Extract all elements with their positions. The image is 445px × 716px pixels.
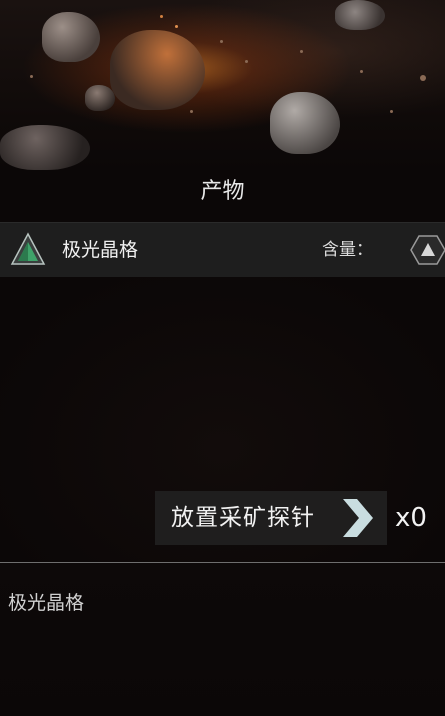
asteroid — [85, 85, 115, 111]
debris — [160, 15, 163, 18]
asteroid — [0, 125, 90, 170]
debris — [300, 50, 303, 53]
product-description: 极光晶格 — [8, 592, 85, 614]
debris — [175, 25, 178, 28]
debris — [220, 40, 223, 43]
asteroid — [42, 12, 100, 62]
product-name: 极光晶格 — [62, 239, 139, 261]
asteroid — [270, 92, 340, 154]
place-mining-probe-button[interactable]: 放置采矿探针 — [155, 491, 387, 545]
asteroid — [335, 0, 385, 30]
debris — [30, 75, 33, 78]
debris — [245, 60, 248, 63]
content-label: 含量： — [322, 240, 373, 260]
probe-button-label: 放置采矿探针 — [171, 505, 315, 531]
hexagon-grade-icon — [410, 235, 445, 265]
chevron-right-icon — [343, 499, 373, 537]
probe-count: x0 — [395, 503, 427, 533]
product-row[interactable]: 极光晶格 含量： — [0, 222, 445, 278]
debris — [360, 70, 363, 73]
asteroid-field-banner — [0, 0, 445, 170]
description-area — [0, 563, 445, 716]
debris — [390, 110, 393, 113]
panel-title: 产物 — [200, 179, 245, 204]
debris — [190, 110, 193, 113]
debris — [420, 75, 426, 81]
green-pyramid-icon — [10, 232, 46, 265]
asteroid — [110, 30, 205, 110]
